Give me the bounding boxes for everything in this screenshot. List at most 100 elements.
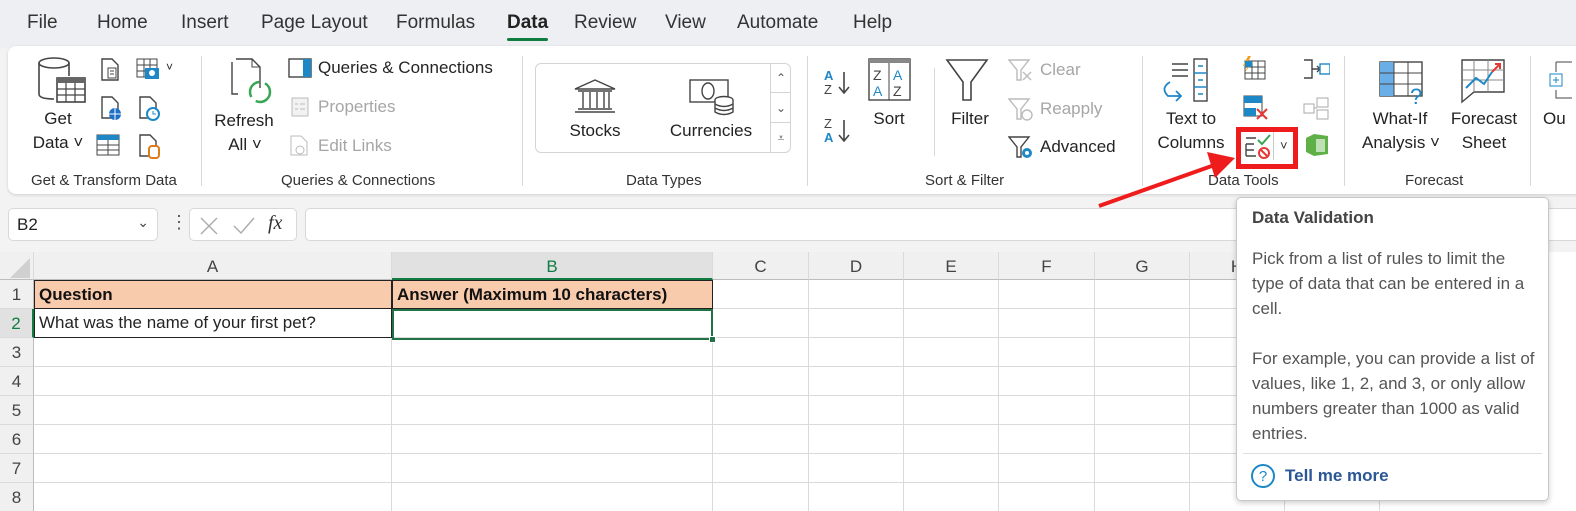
column-header-d[interactable]: D	[809, 252, 904, 280]
grid-cell[interactable]	[999, 309, 1095, 338]
row-header-3[interactable]: 3	[0, 338, 34, 367]
grid-cell[interactable]	[809, 338, 904, 367]
grid-cell[interactable]	[713, 483, 809, 511]
grid-cell[interactable]	[999, 367, 1095, 396]
grid-cell[interactable]	[904, 425, 999, 454]
column-header-b[interactable]: B	[392, 252, 713, 280]
sort-z-to-a-icon[interactable]: ZA	[822, 114, 856, 148]
name-box[interactable]: B2 ⌄	[8, 208, 158, 241]
row-header-2[interactable]: 2	[0, 309, 34, 338]
sort-a-to-z-icon[interactable]: AZ	[822, 66, 856, 100]
grid-cell[interactable]	[809, 367, 904, 396]
grid-cell[interactable]	[713, 309, 809, 338]
flash-fill-icon[interactable]	[1240, 56, 1268, 82]
row-header-6[interactable]: 6	[0, 425, 34, 454]
grid-cell[interactable]	[713, 396, 809, 425]
cancel-icon[interactable]	[198, 215, 220, 237]
grid-cell[interactable]	[1095, 367, 1190, 396]
tab-data[interactable]: Data	[507, 12, 549, 41]
grid-cell[interactable]	[1095, 425, 1190, 454]
grid-cell[interactable]	[34, 338, 392, 367]
properties-button[interactable]: Properties	[288, 97, 395, 117]
grid-cell[interactable]	[904, 280, 999, 309]
grid-cell[interactable]	[392, 483, 713, 511]
clear-button[interactable]: Clear	[1008, 58, 1081, 82]
remove-duplicates-icon[interactable]	[1242, 94, 1270, 122]
insert-function-icon[interactable]: fx	[268, 212, 282, 235]
existing-connections-icon[interactable]	[138, 134, 162, 160]
cell-a1[interactable]: Question	[34, 280, 392, 309]
grid-cell[interactable]	[999, 280, 1095, 309]
column-header-g[interactable]: G	[1095, 252, 1190, 280]
tab-insert[interactable]: Insert	[181, 12, 229, 34]
gallery-down-icon[interactable]: ⌄	[771, 93, 791, 123]
grid-cell[interactable]	[34, 483, 392, 511]
gallery-up-icon[interactable]: ⌃	[771, 63, 791, 93]
from-picture-icon[interactable]	[136, 58, 162, 82]
grid-cell[interactable]	[809, 396, 904, 425]
column-header-e[interactable]: E	[904, 252, 999, 280]
row-header-1[interactable]: 1	[0, 280, 34, 309]
grid-cell[interactable]	[809, 454, 904, 483]
grid-cell[interactable]	[1095, 454, 1190, 483]
grid-cell[interactable]	[34, 425, 392, 454]
grid-cell[interactable]	[904, 483, 999, 511]
manage-data-model-icon[interactable]	[1302, 132, 1330, 158]
tab-page-layout[interactable]: Page Layout	[261, 12, 368, 34]
tab-formulas[interactable]: Formulas	[396, 12, 475, 34]
cell-a2[interactable]: What was the name of your first pet?	[34, 309, 392, 338]
grid-cell[interactable]	[392, 338, 713, 367]
name-box-dropdown-icon[interactable]: ⌄	[137, 214, 149, 231]
grid-cell[interactable]	[1095, 280, 1190, 309]
grid-cell[interactable]	[34, 454, 392, 483]
from-web-icon[interactable]	[100, 96, 124, 122]
grid-cell[interactable]	[999, 483, 1095, 511]
consolidate-icon[interactable]	[1302, 58, 1330, 80]
grid-cell[interactable]	[904, 309, 999, 338]
enter-icon[interactable]	[232, 215, 256, 237]
grid-cell[interactable]	[904, 367, 999, 396]
edit-links-button[interactable]: Edit Links	[288, 135, 392, 157]
grid-cell[interactable]	[1095, 396, 1190, 425]
grid-cell[interactable]	[904, 454, 999, 483]
grid-cell[interactable]	[392, 425, 713, 454]
row-header-5[interactable]: 5	[0, 396, 34, 425]
grid-cell[interactable]	[809, 483, 904, 511]
grid-cell[interactable]	[999, 454, 1095, 483]
from-text-csv-icon[interactable]	[100, 58, 122, 82]
tell-me-more-link[interactable]: ? Tell me more	[1251, 464, 1389, 488]
grid-cell[interactable]	[809, 425, 904, 454]
relationships-icon[interactable]	[1302, 96, 1330, 122]
grid-cell[interactable]	[999, 338, 1095, 367]
grid-cell[interactable]	[392, 396, 713, 425]
grid-cell[interactable]	[713, 338, 809, 367]
grid-cell[interactable]	[34, 396, 392, 425]
queries-connections-button[interactable]: Queries & Connections	[288, 58, 493, 78]
grid-cell[interactable]	[713, 367, 809, 396]
column-header-c[interactable]: C	[713, 252, 809, 280]
grid-cell[interactable]	[809, 309, 904, 338]
tab-review[interactable]: Review	[574, 12, 636, 34]
more-options-icon[interactable]: ⋮	[170, 212, 188, 233]
grid-cell[interactable]	[999, 396, 1095, 425]
fill-handle[interactable]	[709, 336, 716, 343]
select-all-corner[interactable]	[0, 252, 34, 280]
grid-cell[interactable]	[713, 454, 809, 483]
cell-b1[interactable]: Answer (Maximum 10 characters)	[392, 280, 713, 309]
grid-cell[interactable]	[1095, 483, 1190, 511]
recent-sources-icon[interactable]	[138, 96, 162, 122]
row-header-8[interactable]: 8	[0, 483, 34, 511]
grid-cell[interactable]	[34, 367, 392, 396]
grid-cell[interactable]	[1095, 338, 1190, 367]
row-header-4[interactable]: 4	[0, 367, 34, 396]
outline-icon[interactable]	[1548, 60, 1576, 100]
grid-cell[interactable]	[904, 396, 999, 425]
grid-cell[interactable]	[713, 280, 809, 309]
column-header-f[interactable]: F	[999, 252, 1095, 280]
grid-cell[interactable]	[904, 338, 999, 367]
row-header-7[interactable]: 7	[0, 454, 34, 483]
tab-file[interactable]: File	[27, 12, 58, 34]
tab-view[interactable]: View	[665, 12, 706, 34]
reapply-button[interactable]: Reapply	[1008, 97, 1102, 121]
gallery-more-icon[interactable]: ⩡	[771, 123, 791, 153]
